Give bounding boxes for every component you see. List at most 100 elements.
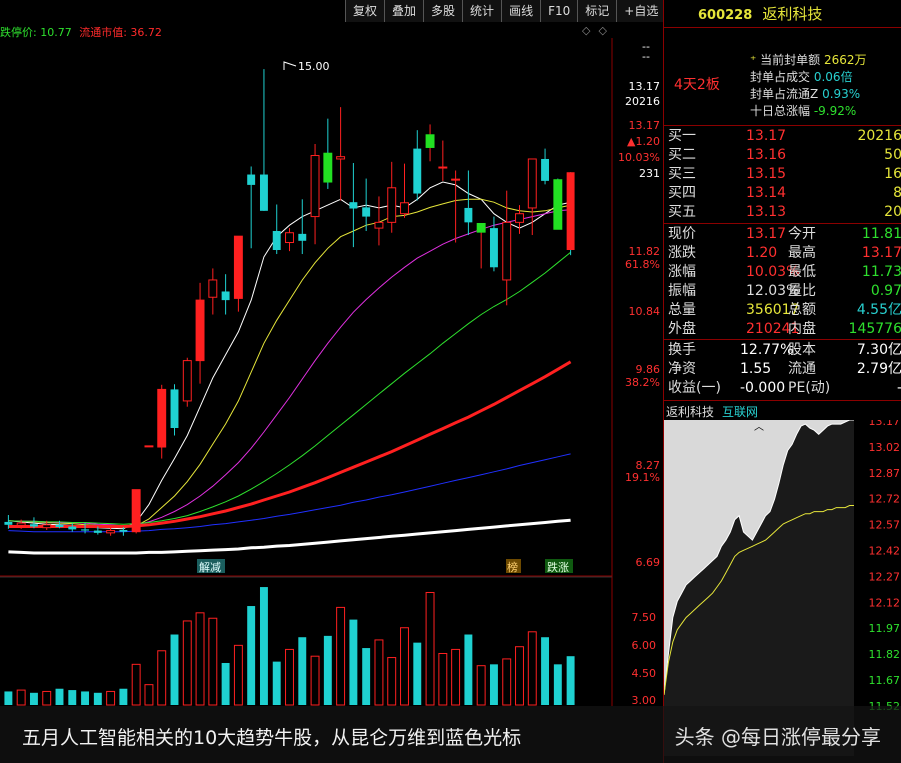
toolbar-adjust-button[interactable]: 复权 — [345, 0, 385, 22]
bid-row: 买二 13.16 50 — [664, 146, 901, 165]
event-marker-bang[interactable]: 榜 — [507, 560, 518, 574]
seal-amount-label: 当前封单额 — [760, 53, 821, 67]
bid-volume: 20216 — [857, 128, 901, 144]
candle-body[interactable] — [553, 179, 563, 230]
candle-body[interactable] — [464, 207, 473, 223]
volume-bar — [566, 656, 575, 705]
intraday-axis-label: 11.97 — [869, 622, 901, 635]
candle-body[interactable] — [272, 230, 281, 250]
candle-body[interactable] — [400, 202, 409, 215]
toolbar-stats-button[interactable]: 统计 — [462, 0, 502, 22]
price-axis-label: 38.2% — [625, 376, 660, 389]
candle-body[interactable] — [81, 529, 90, 531]
volume-bar — [349, 619, 358, 705]
candle-body[interactable] — [323, 152, 333, 183]
quote-label: 振幅 — [668, 283, 696, 299]
price-axis-label: 13.17 — [629, 80, 661, 93]
chart-settings-icons[interactable]: ◇◇ — [582, 24, 615, 37]
toolbar-add-watchlist-button[interactable]: +自选 — [616, 0, 666, 22]
candle-body[interactable] — [233, 235, 243, 299]
candle-body[interactable] — [451, 178, 461, 181]
candle-body[interactable] — [119, 529, 128, 532]
stat-value-2: 7.30亿 — [856, 342, 901, 358]
candle-body[interactable] — [566, 172, 575, 250]
candle-body[interactable] — [349, 202, 358, 209]
candle-body[interactable] — [106, 530, 116, 534]
stat-label: 净资 — [668, 361, 696, 377]
candle-body[interactable] — [55, 524, 64, 528]
candle-body[interactable] — [310, 155, 320, 218]
candle-body[interactable] — [476, 223, 486, 233]
quote-row: 振幅 12.03% 量比 0.97 — [664, 282, 901, 301]
stock-code[interactable]: 600228 — [698, 8, 752, 23]
candle-body[interactable] — [157, 388, 167, 448]
volume-bar — [119, 688, 128, 705]
stat-row: 换手 12.77% 股本 7.30亿 — [664, 341, 901, 360]
candle-body[interactable] — [259, 174, 268, 211]
candle-body[interactable] — [4, 521, 13, 525]
kline-chart[interactable]: ----13.172021613.17▲1.2010.03%23111.8261… — [0, 38, 663, 706]
event-marker-jiejian[interactable]: 解减 — [199, 560, 221, 574]
price-axis-label: 20216 — [625, 95, 660, 108]
volume-bar — [323, 635, 332, 705]
candle-body[interactable] — [131, 489, 141, 533]
candle-body[interactable] — [502, 221, 512, 281]
quote-row: 总量 356017 总额 4.55亿 — [664, 301, 901, 320]
quote-label-2: 最低 — [788, 264, 816, 280]
collapse-arrow-icon[interactable]: ︿ — [754, 422, 764, 433]
candle-body[interactable] — [247, 174, 256, 185]
volume-bar — [182, 620, 192, 706]
volume-axis-label: 7.50 — [632, 611, 657, 624]
quote-label: 涨跌 — [668, 245, 696, 261]
candle-body[interactable] — [425, 134, 435, 148]
tab-stock[interactable]: 返利科技 — [666, 403, 714, 420]
volume-bar — [541, 637, 550, 705]
candle-body[interactable] — [298, 233, 307, 241]
quote-value-2: 11.81 — [861, 226, 901, 242]
price-axis-label: 61.8% — [625, 258, 660, 271]
candle-body[interactable] — [68, 526, 77, 530]
candle-body[interactable] — [374, 221, 384, 229]
candle-body[interactable] — [93, 530, 102, 533]
candle-body[interactable] — [336, 156, 346, 160]
candle-body[interactable] — [195, 299, 205, 362]
candle-body[interactable] — [144, 445, 154, 448]
toolbar-overlay-button[interactable]: 叠加 — [384, 0, 424, 22]
candle-body[interactable] — [489, 228, 498, 268]
volume-bar — [413, 642, 422, 705]
tab-sector[interactable]: 互联网 — [722, 403, 758, 420]
candle-body[interactable] — [221, 291, 230, 301]
candle-body[interactable] — [438, 166, 448, 169]
toolbar-mark-button[interactable]: 标记 — [577, 0, 617, 22]
toolbar-draw-button[interactable]: 画线 — [501, 0, 541, 22]
candle-body[interactable] — [515, 213, 524, 223]
quote-label: 涨幅 — [668, 264, 696, 280]
candle-body[interactable] — [182, 360, 192, 402]
volume-axis-label: 4.50 — [632, 667, 657, 680]
toolbar-multi-stock-button[interactable]: 多股 — [423, 0, 463, 22]
candle-body[interactable] — [541, 158, 550, 181]
caption-text: 五月人工智能相关的10大趋势牛股，从昆仑万维到蓝色光标 — [22, 727, 522, 749]
moving-average-line — [8, 251, 571, 525]
volume-bar — [400, 627, 409, 706]
price-axis-label: 231 — [639, 167, 660, 180]
volume-bar — [247, 606, 256, 705]
seal-amount-row: ⁺ 当前封单额 2662万 — [750, 51, 867, 68]
candle-body[interactable] — [285, 232, 294, 244]
stock-name[interactable]: 返利科技 — [762, 5, 822, 23]
candle-body[interactable] — [16, 522, 26, 526]
volume-bar — [336, 606, 346, 706]
candle-body[interactable] — [42, 524, 52, 529]
candle-body[interactable] — [170, 389, 179, 429]
intraday-axis-label: 13.02 — [869, 441, 901, 454]
candle-body[interactable] — [527, 158, 537, 209]
candle-body[interactable] — [208, 279, 218, 298]
price-axis-label: 6.69 — [636, 556, 661, 569]
toolbar-f10-button[interactable]: F10 — [540, 0, 578, 22]
candle-body[interactable] — [362, 207, 371, 217]
candle-body[interactable] — [29, 524, 38, 527]
candle-body[interactable] — [413, 148, 422, 194]
candle-body[interactable] — [387, 187, 397, 223]
event-marker-diezhang[interactable]: 跌涨 — [547, 560, 569, 574]
intraday-axis-label: 12.42 — [869, 545, 901, 558]
